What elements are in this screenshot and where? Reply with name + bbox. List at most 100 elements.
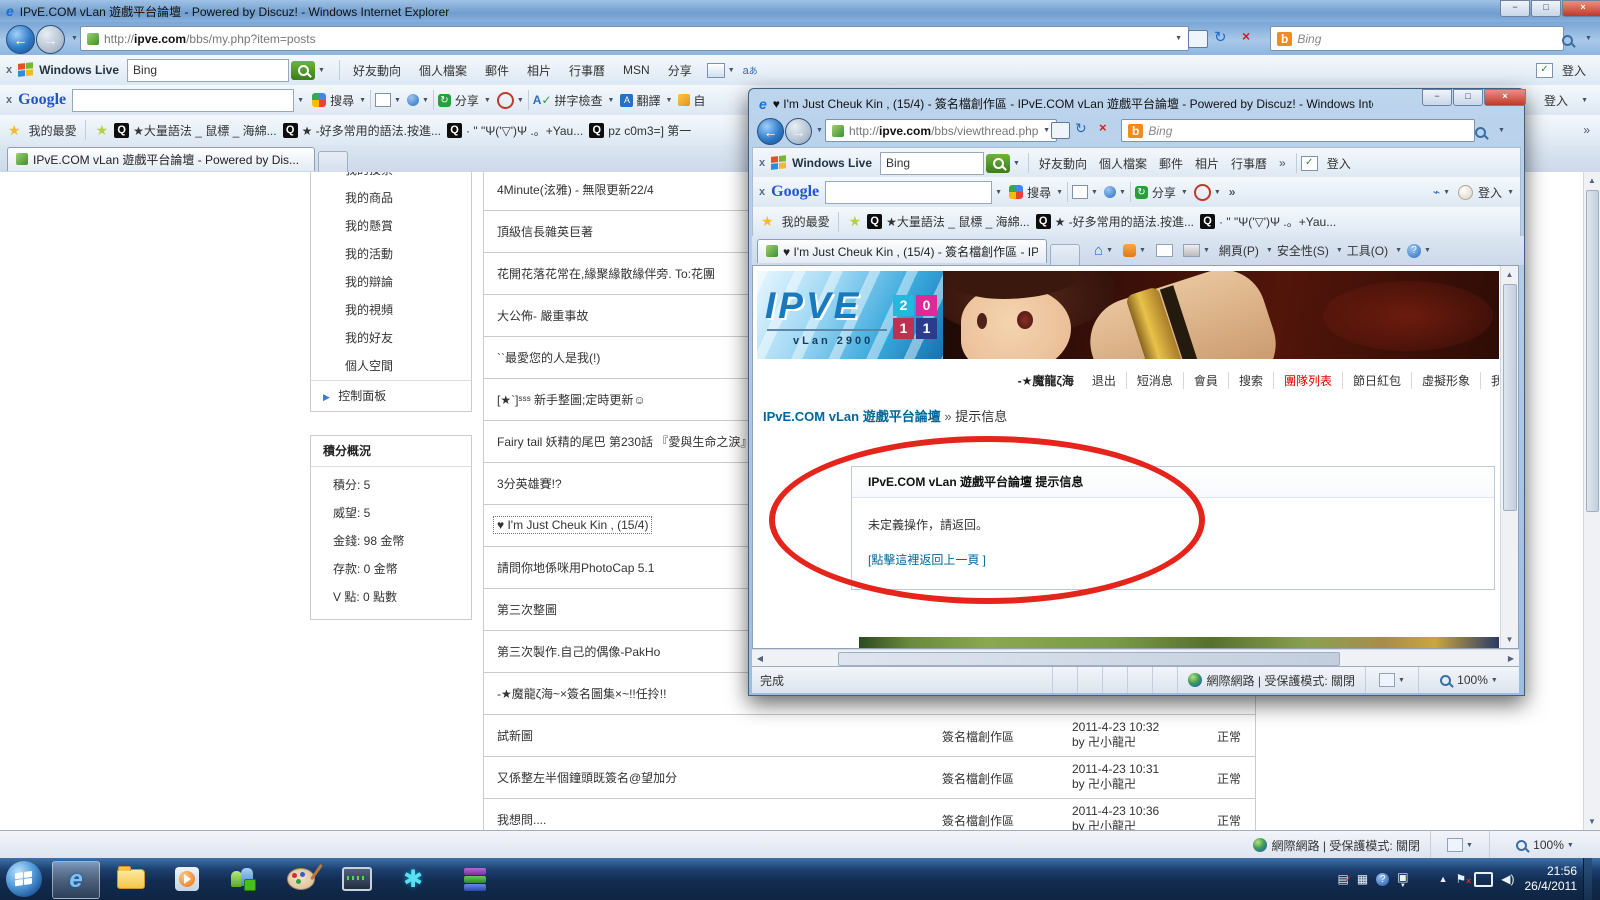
nav-avatar[interactable]: 虛擬形象 bbox=[1410, 371, 1480, 389]
live-link-calendar[interactable]: 行事曆 bbox=[569, 62, 605, 79]
blocker-icon[interactable] bbox=[496, 91, 514, 109]
signin-checkbox-icon[interactable]: ✓ bbox=[1300, 155, 1318, 171]
taskbar-messenger-button[interactable] bbox=[220, 861, 266, 897]
live-link-photos[interactable]: 相片 bbox=[527, 62, 551, 79]
search-icon[interactable] bbox=[1562, 35, 1573, 47]
translate-icon[interactable]: aあ bbox=[743, 64, 758, 77]
thread-link[interactable]: 4Minute(泫雅) - 無限更新22/4 bbox=[497, 181, 654, 198]
sidebar-item[interactable]: 我的投票 bbox=[311, 172, 471, 184]
tray-window-icon[interactable]: ▣ ▼ bbox=[1397, 870, 1408, 889]
favorites-star-icon[interactable]: ★ bbox=[8, 122, 21, 139]
google-share-button[interactable]: 分享 bbox=[1152, 184, 1176, 201]
toolbar-overflow-chevron[interactable]: » bbox=[1229, 185, 1236, 199]
taskbar-media-player-button[interactable] bbox=[164, 861, 210, 897]
add-favorite-icon[interactable]: ★ bbox=[849, 213, 862, 230]
forward-button[interactable]: → bbox=[36, 25, 65, 54]
sidebar-item[interactable]: 我的活動 bbox=[311, 240, 471, 268]
sidebar-item[interactable]: 我的商品 bbox=[311, 184, 471, 212]
spellcheck-button[interactable]: 拼字檢查 bbox=[555, 92, 603, 109]
taskbar-explorer-button[interactable] bbox=[108, 861, 154, 897]
zoom-control[interactable]: 100% ▼ bbox=[1418, 667, 1519, 693]
feeds-icon[interactable]: ▼ bbox=[1123, 244, 1146, 257]
sidebar-item[interactable]: 我的視頻 bbox=[311, 296, 471, 324]
maximize-button[interactable]: □ bbox=[1453, 89, 1483, 106]
address-bar[interactable]: http://ipve.com/bbs/my.php?item=posts ▼ bbox=[80, 26, 1189, 51]
read-mail-icon[interactable] bbox=[1155, 244, 1173, 257]
live-link-mail[interactable]: 郵件 bbox=[1159, 155, 1183, 172]
taskbar-monitor-app-button[interactable] bbox=[334, 861, 380, 897]
google-search-input[interactable] bbox=[72, 88, 295, 112]
google-search-input[interactable] bbox=[825, 180, 993, 204]
live-link-friends[interactable]: 好友動向 bbox=[353, 62, 401, 79]
tab-active[interactable]: IPvE.COM vLan 遊戲平台論壇 - Powered by Dis... bbox=[7, 146, 315, 171]
thread-link[interactable]: 第三次整圖 bbox=[497, 601, 557, 618]
thread-link[interactable]: ``最愛您的人是我(!) bbox=[497, 349, 600, 366]
favorite-item[interactable]: Q ★大量語法 _ 鼠標 _ 海綿... bbox=[867, 213, 1030, 230]
toolbar-close-icon[interactable]: x bbox=[6, 94, 12, 106]
tray-network-icon[interactable] bbox=[1474, 871, 1494, 887]
nav-messages[interactable]: 短消息 bbox=[1125, 371, 1183, 389]
refresh-icon[interactable]: ↻ bbox=[1075, 120, 1087, 137]
scrollbar-thumb[interactable] bbox=[1586, 190, 1599, 512]
live-search-input[interactable]: Bing bbox=[127, 58, 290, 82]
tray-keyboard-icon[interactable]: ▦ bbox=[1357, 872, 1368, 886]
google-signin[interactable]: 登入 bbox=[1478, 184, 1502, 201]
wrench-icon[interactable]: ⌁ bbox=[1433, 185, 1440, 199]
logged-in-username[interactable]: -★魔龍ζ海 bbox=[1018, 372, 1074, 389]
bg-vertical-scrollbar[interactable]: ▲ ▼ bbox=[1583, 172, 1600, 830]
blocker-icon[interactable] bbox=[1193, 183, 1211, 201]
scrollbar-thumb[interactable] bbox=[838, 651, 1340, 666]
toolbar-overflow-chevron[interactable]: » bbox=[1279, 156, 1286, 170]
thread-link[interactable]: 3分英雄賽!? bbox=[497, 475, 562, 492]
google-share-button[interactable]: 分享 bbox=[455, 92, 479, 109]
recent-pages-dropdown[interactable]: ▼ bbox=[816, 127, 823, 134]
minimize-button[interactable]: − bbox=[1422, 89, 1452, 106]
tray-hidden-icons-button[interactable]: ▲ bbox=[1439, 874, 1448, 884]
layout-icon[interactable] bbox=[706, 62, 725, 78]
nav-search[interactable]: 搜索 bbox=[1227, 371, 1273, 389]
bing-search-box[interactable]: b Bing bbox=[1270, 26, 1564, 51]
thread-link[interactable]: 大公佈- 嚴重事故 bbox=[497, 307, 588, 324]
stop-icon[interactable]: × bbox=[1099, 120, 1107, 135]
favorite-item[interactable]: Q ★ -好多常用的語法.按進... bbox=[1035, 213, 1194, 230]
fg-horizontal-scrollbar[interactable]: ◀ ▶ bbox=[752, 649, 1519, 667]
thread-link[interactable]: -★魔龍ζ海~×簽名圖集×~!!任拎!! bbox=[497, 685, 666, 702]
compatibility-cell[interactable]: ▼ bbox=[1365, 667, 1418, 693]
address-bar[interactable]: http://ipve.com/bbs/viewthread.php?tid=3… bbox=[825, 119, 1057, 142]
favorite-item[interactable]: Q ★大量語法 _ 鼠標 _ 海綿... bbox=[114, 122, 277, 139]
thread-link[interactable]: 請問你地係咪用PhotoCap 5.1 bbox=[497, 559, 654, 576]
live-link-calendar[interactable]: 行事曆 bbox=[1231, 155, 1267, 172]
nav-members[interactable]: 會員 bbox=[1182, 371, 1228, 389]
tray-help-icon[interactable]: ? bbox=[1376, 872, 1390, 886]
sidebar-item[interactable]: 我的辯論 bbox=[311, 268, 471, 296]
thread-link[interactable]: 試新圖 bbox=[497, 727, 533, 744]
favorites-label[interactable]: 我的最愛 bbox=[782, 213, 830, 230]
live-search-dropdown[interactable]: ▼ bbox=[318, 67, 325, 74]
taskbar-winrar-button[interactable] bbox=[452, 861, 498, 897]
search-options-dropdown[interactable]: ▼ bbox=[1498, 127, 1505, 134]
tools-menu[interactable]: 工具(O) bbox=[1347, 242, 1388, 259]
thread-forum-link[interactable]: 簽名檔創作區 bbox=[942, 728, 1014, 745]
account-icon[interactable] bbox=[406, 94, 419, 106]
sidebar-item-control-panel[interactable]: ▶ 控制面板 bbox=[311, 380, 471, 411]
taskbar-star-app-button[interactable]: ✱ bbox=[390, 861, 436, 897]
fg-vertical-scrollbar[interactable]: ▲ ▼ bbox=[1500, 266, 1518, 648]
thread-link-focused[interactable]: ♥ I'm Just Cheuk Kin , (15/4) bbox=[492, 516, 653, 534]
taskbar-ie-button[interactable]: e bbox=[52, 861, 100, 899]
translate-button[interactable]: 翻譯 bbox=[636, 92, 660, 109]
compatibility-cell[interactable]: ▼ bbox=[1430, 831, 1489, 859]
tab-active[interactable]: ♥ I'm Just Cheuk Kin , (15/4) - 簽名檔創作區 -… bbox=[757, 238, 1047, 263]
live-search-input[interactable]: Bing bbox=[880, 151, 985, 175]
live-link-photos[interactable]: 相片 bbox=[1195, 155, 1219, 172]
google-search-dropdown[interactable]: ▼ bbox=[995, 189, 1002, 196]
popup-blocker-icon[interactable] bbox=[1072, 185, 1089, 199]
search-options-dropdown[interactable]: ▼ bbox=[1585, 35, 1592, 42]
scrollbar-thumb[interactable] bbox=[1503, 284, 1517, 511]
signin-checkbox-icon[interactable]: ✓ bbox=[1535, 62, 1553, 78]
live-search-button[interactable] bbox=[986, 153, 1011, 173]
live-link-friends[interactable]: 好友動向 bbox=[1039, 155, 1087, 172]
thread-forum-link[interactable]: 簽名檔創作區 bbox=[942, 770, 1014, 787]
favorite-item[interactable]: Qpz c0m3=] 第一 bbox=[589, 122, 691, 139]
popup-blocker-icon[interactable] bbox=[375, 93, 392, 107]
address-dropdown[interactable]: ▼ bbox=[1043, 127, 1050, 134]
